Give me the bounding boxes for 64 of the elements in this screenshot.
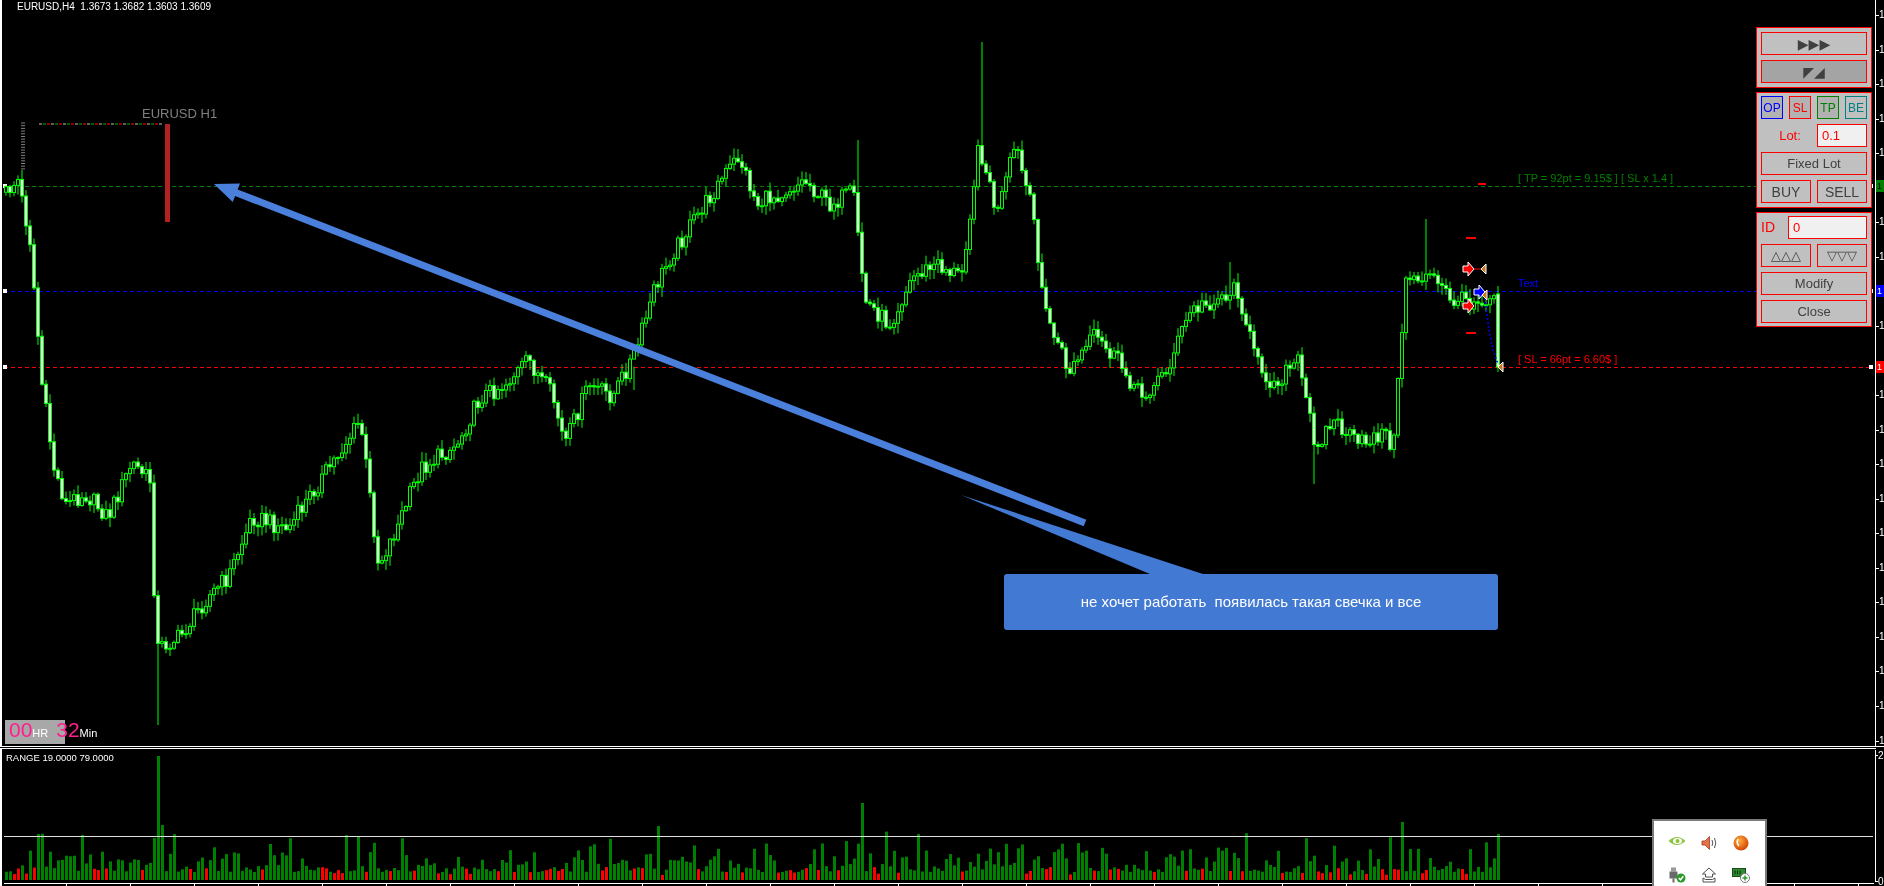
timer-hours: 00 (9, 718, 33, 742)
right-arrow-icon (1462, 298, 1475, 314)
stop-loss-label: [ SL = 66pt = 6.60$ ] (1518, 353, 1618, 365)
sell-button[interactable]: SELL (1817, 180, 1867, 203)
price-tag: 1 (1876, 361, 1884, 373)
axis-label: 1 (1879, 631, 1884, 643)
triple-play-button[interactable]: ▶▶▶ (1761, 32, 1867, 55)
lot-label: Lot: (1778, 126, 1802, 145)
axis-label: 1 (1879, 493, 1884, 505)
buy-button[interactable]: BUY (1761, 180, 1811, 203)
modify-button[interactable]: Modify (1761, 272, 1867, 295)
step-down-button[interactable]: ▽▽▽ (1817, 244, 1867, 267)
triangle-marker-icon (1497, 361, 1504, 373)
price-tag: 1 (1876, 180, 1884, 192)
dash-marker (1465, 332, 1477, 334)
axis-label: 1 (1879, 147, 1884, 159)
timer-minutes-unit: Min (79, 727, 98, 739)
axis-label: 2 (1878, 750, 1884, 761)
axis-label: 1 (1879, 665, 1884, 677)
right-arrow-icon (1473, 284, 1486, 300)
take-profit-label: [ TP = 92pt = 9.15$ ] [ SL x 1.4 ] (1518, 172, 1674, 184)
axis-label: 1 (1879, 9, 1884, 21)
step-up-button[interactable]: △△△ (1761, 244, 1811, 267)
id-label: ID (1761, 218, 1776, 237)
close-button[interactable]: Close (1761, 300, 1867, 323)
id-input[interactable]: 0 (1788, 216, 1867, 239)
axis-label: 1 (1879, 389, 1884, 401)
mode-toggle-button[interactable]: OP (1761, 96, 1783, 119)
triangle-marker-icon (1481, 289, 1488, 301)
house-outline-icon[interactable] (1701, 867, 1717, 883)
lot-input[interactable]: 0.1 (1817, 124, 1867, 147)
chart-header: EURUSD,H4 1.3673 1.3682 1.3603 1.3609 (17, 1, 212, 13)
axis-label: 1 (1879, 424, 1884, 436)
lot-mode-button[interactable]: Fixed Lot (1761, 152, 1867, 175)
axis-label: 0 (1878, 876, 1884, 886)
plug-check-icon[interactable] (1668, 867, 1686, 883)
indicator-label: RANGE 19.0000 79.0000 (6, 752, 114, 763)
axis-label: 1 (1879, 458, 1884, 470)
mini-chart-label: EURUSD H1 (142, 106, 218, 121)
axis-label: 1 (1879, 320, 1884, 332)
axis-label: 1 (1879, 78, 1884, 90)
price-tag: 1 (1876, 285, 1884, 297)
board-plus-icon[interactable] (1732, 867, 1750, 883)
axis-label: 1 (1879, 251, 1884, 263)
connector-line (1472, 268, 1482, 270)
orb-icon[interactable] (1733, 835, 1749, 851)
trade-path-line (1484, 297, 1499, 365)
axis-label: 1 (1879, 596, 1884, 608)
axis-label: 1 (1879, 113, 1884, 125)
axis-label: 1 (1879, 527, 1884, 539)
callout-text: не хочет работать появилась такая свечка и все (1080, 593, 1422, 611)
speaker-icon[interactable] (1701, 835, 1717, 851)
right-arrow-icon (1462, 261, 1475, 277)
axis-label: 1 (1879, 44, 1884, 56)
corner-triangles-button[interactable]: ◤◢ (1761, 60, 1867, 83)
dash-marker (1465, 237, 1477, 239)
timer-hours-unit: HR (32, 727, 49, 739)
axis-label: 1 (1879, 735, 1884, 747)
axis-label: 1 (1879, 562, 1884, 574)
axis-label: 1 (1879, 216, 1884, 228)
entry-label: Text (1518, 277, 1539, 289)
triangle-marker-icon (1480, 263, 1487, 275)
dash-marker (1477, 183, 1487, 185)
axis-label: 1 (1879, 700, 1884, 712)
